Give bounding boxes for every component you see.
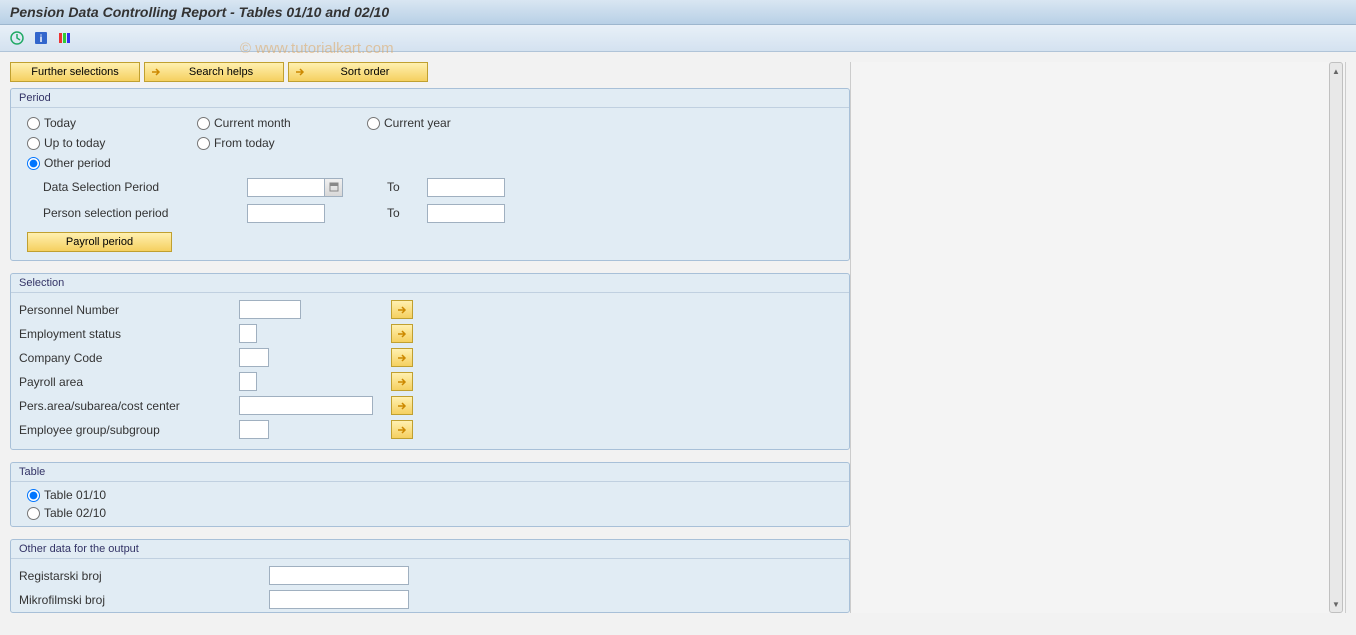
info-icon[interactable]: i	[32, 29, 50, 47]
main-selection-area: Further selections Search helps Sort ord…	[10, 62, 850, 613]
selection-button-row: Further selections Search helps Sort ord…	[10, 62, 850, 82]
value-help-icon[interactable]	[325, 178, 343, 197]
application-toolbar: i	[0, 25, 1356, 52]
radio-current-year[interactable]: Current year	[367, 116, 537, 130]
multiple-selection-button[interactable]	[391, 372, 413, 391]
registarski-broj-label: Registarski broj	[19, 569, 269, 583]
window-title: Pension Data Controlling Report - Tables…	[10, 4, 389, 20]
scroll-up-icon[interactable]: ▲	[1331, 65, 1341, 77]
pers-area-label: Pers.area/subarea/cost center	[19, 399, 239, 413]
person-selection-period-label: Person selection period	[27, 206, 247, 220]
data-selection-period-label: Data Selection Period	[27, 180, 247, 194]
right-empty-panel: ▲ ▼	[850, 62, 1346, 613]
multiple-selection-button[interactable]	[391, 396, 413, 415]
scroll-down-icon[interactable]: ▼	[1331, 598, 1341, 610]
radio-table-01[interactable]: Table 01/10	[27, 488, 833, 502]
registarski-broj-input[interactable]	[269, 566, 409, 585]
company-code-label: Company Code	[19, 351, 239, 365]
pers-area-input[interactable]	[239, 396, 373, 415]
personnel-number-label: Personnel Number	[19, 303, 239, 317]
table-group-title: Table	[11, 463, 849, 482]
window-title-bar: Pension Data Controlling Report - Tables…	[0, 0, 1356, 25]
to-label: To	[387, 206, 427, 220]
sort-order-label: Sort order	[311, 66, 419, 78]
search-helps-label: Search helps	[167, 66, 275, 78]
search-helps-button[interactable]: Search helps	[144, 62, 284, 82]
svg-text:i: i	[40, 34, 43, 45]
other-data-title: Other data for the output	[11, 540, 849, 559]
sort-order-button[interactable]: Sort order	[288, 62, 428, 82]
vertical-scrollbar[interactable]: ▲ ▼	[1329, 62, 1343, 613]
radio-today[interactable]: Today	[27, 116, 197, 130]
person-selection-to-input[interactable]	[427, 204, 505, 223]
person-selection-from-input[interactable]	[247, 204, 325, 223]
period-group-title: Period	[11, 89, 849, 108]
employee-group-label: Employee group/subgroup	[19, 423, 239, 437]
arrow-right-icon	[293, 65, 307, 79]
employment-status-input[interactable]	[239, 324, 257, 343]
to-label: To	[387, 180, 427, 194]
table-group: Table Table 01/10 Table 02/10	[10, 462, 850, 527]
company-code-input[interactable]	[239, 348, 269, 367]
further-selections-label: Further selections	[31, 66, 118, 78]
multiple-selection-button[interactable]	[391, 348, 413, 367]
payroll-period-button[interactable]: Payroll period	[27, 232, 172, 252]
color-legend-icon[interactable]	[56, 29, 74, 47]
radio-table-02[interactable]: Table 02/10	[27, 506, 833, 520]
data-selection-from-input[interactable]	[247, 178, 325, 197]
further-selections-button[interactable]: Further selections	[10, 62, 140, 82]
personnel-number-input[interactable]	[239, 300, 301, 319]
other-data-group: Other data for the output Registarski br…	[10, 539, 850, 613]
radio-other-period[interactable]: Other period	[27, 156, 197, 170]
radio-up-to-today[interactable]: Up to today	[27, 136, 197, 150]
arrow-right-icon	[149, 65, 163, 79]
payroll-area-input[interactable]	[239, 372, 257, 391]
radio-from-today[interactable]: From today	[197, 136, 367, 150]
multiple-selection-button[interactable]	[391, 420, 413, 439]
period-group: Period Today Current month Current year …	[10, 88, 850, 261]
selection-group-title: Selection	[11, 274, 849, 293]
payroll-area-label: Payroll area	[19, 375, 239, 389]
multiple-selection-button[interactable]	[391, 324, 413, 343]
data-selection-to-input[interactable]	[427, 178, 505, 197]
employment-status-label: Employment status	[19, 327, 239, 341]
mikrofilmski-broj-label: Mikrofilmski broj	[19, 593, 269, 607]
execute-icon[interactable]	[8, 29, 26, 47]
radio-current-month[interactable]: Current month	[197, 116, 367, 130]
employee-group-input[interactable]	[239, 420, 269, 439]
selection-group: Selection Personnel Number Employment st…	[10, 273, 850, 450]
mikrofilmski-broj-input[interactable]	[269, 590, 409, 609]
multiple-selection-button[interactable]	[391, 300, 413, 319]
